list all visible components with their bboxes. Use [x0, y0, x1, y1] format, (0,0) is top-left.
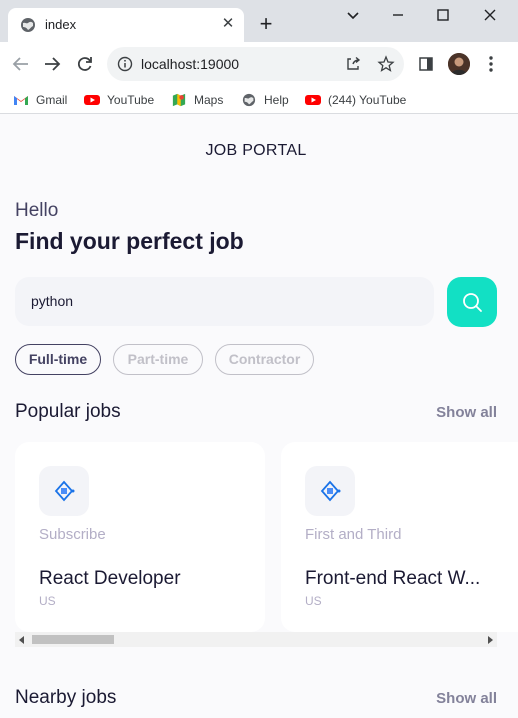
job-location: US [305, 594, 322, 608]
company-logo-icon [54, 480, 75, 502]
popular-job-card[interactable]: First and Third Front-end React W... US [281, 442, 518, 632]
address-bar[interactable]: localhost:19000 [107, 47, 404, 81]
search-icon [463, 293, 482, 312]
youtube-icon [305, 95, 321, 105]
more-menu-icon[interactable] [488, 54, 494, 74]
youtube-icon [84, 95, 100, 105]
back-arrow-icon[interactable] [11, 54, 31, 74]
browser-tab[interactable]: index ✕ [8, 8, 244, 42]
scrollbar-thumb[interactable] [32, 635, 114, 644]
popular-show-all-link[interactable]: Show all [436, 404, 497, 421]
job-type-full-time[interactable]: Full-time [15, 344, 101, 375]
bookmark-label: YouTube [107, 93, 155, 107]
search-container [15, 277, 434, 326]
gmail-icon [14, 96, 28, 105]
nearby-show-all-link[interactable]: Show all [436, 690, 497, 707]
reload-icon[interactable] [75, 54, 95, 74]
new-tab-button[interactable]: + [256, 13, 276, 35]
company-name: Subscribe [39, 526, 106, 543]
bookmark-gmail[interactable]: Gmail [13, 92, 67, 108]
greeting: Hello [15, 200, 59, 221]
nearby-jobs-title: Nearby jobs [15, 687, 117, 708]
bookmarks-bar: Gmail YouTube Maps Help (244) YouTube [0, 86, 518, 114]
bookmark-star-icon[interactable] [377, 55, 395, 73]
bookmark-label: (244) YouTube [328, 93, 407, 107]
job-title: React Developer [39, 568, 181, 589]
bookmark-help[interactable]: Help [241, 92, 289, 108]
company-logo [305, 466, 355, 516]
popular-jobs-title: Popular jobs [15, 401, 121, 422]
browser-toolbar: localhost:19000 [0, 42, 518, 86]
bookmark-youtube-244[interactable]: (244) YouTube [305, 92, 406, 108]
side-panel-icon[interactable] [418, 56, 434, 72]
page-title: JOB PORTAL [205, 142, 307, 159]
share-icon[interactable] [345, 56, 361, 72]
forward-arrow-icon[interactable] [42, 54, 62, 74]
bookmark-label: Help [264, 93, 289, 107]
tab-title: index [45, 17, 77, 32]
bookmark-label: Maps [194, 93, 224, 107]
job-type-part-time[interactable]: Part-time [113, 344, 203, 375]
job-location: US [39, 594, 56, 608]
bookmark-label: Gmail [36, 93, 68, 107]
avatar-image [448, 53, 470, 75]
close-tab-icon[interactable]: ✕ [220, 16, 236, 32]
company-name: First and Third [305, 526, 402, 543]
app-page: JOB PORTAL Hello Find your perfect job F… [0, 115, 518, 718]
search-button[interactable] [447, 277, 497, 327]
tab-search-chevron-icon[interactable] [343, 5, 363, 25]
company-logo [39, 466, 89, 516]
globe-icon [21, 18, 35, 32]
horizontal-scrollbar[interactable] [15, 632, 497, 647]
welcome-tagline: Find your perfect job [15, 228, 244, 254]
bookmark-youtube[interactable]: YouTube [84, 92, 154, 108]
url-text[interactable]: localhost:19000 [141, 56, 239, 72]
scroll-left-arrow-icon[interactable] [19, 636, 24, 644]
maximize-icon[interactable] [433, 5, 453, 25]
company-logo-icon [320, 480, 341, 502]
globe-icon [242, 93, 256, 107]
bookmark-maps[interactable]: Maps [171, 92, 223, 108]
job-title: Front-end React W... [305, 568, 481, 589]
job-type-contractor[interactable]: Contractor [215, 344, 314, 375]
site-info-icon[interactable] [117, 56, 133, 72]
window-close-icon[interactable] [480, 5, 500, 25]
popular-job-card[interactable]: Subscribe React Developer US [15, 442, 265, 632]
maps-icon [172, 93, 186, 107]
scroll-right-arrow-icon[interactable] [488, 636, 493, 644]
search-input[interactable] [31, 293, 411, 309]
minimize-icon[interactable] [388, 5, 408, 25]
profile-avatar[interactable] [448, 53, 470, 75]
browser-titlebar: index ✕ + [0, 0, 518, 42]
